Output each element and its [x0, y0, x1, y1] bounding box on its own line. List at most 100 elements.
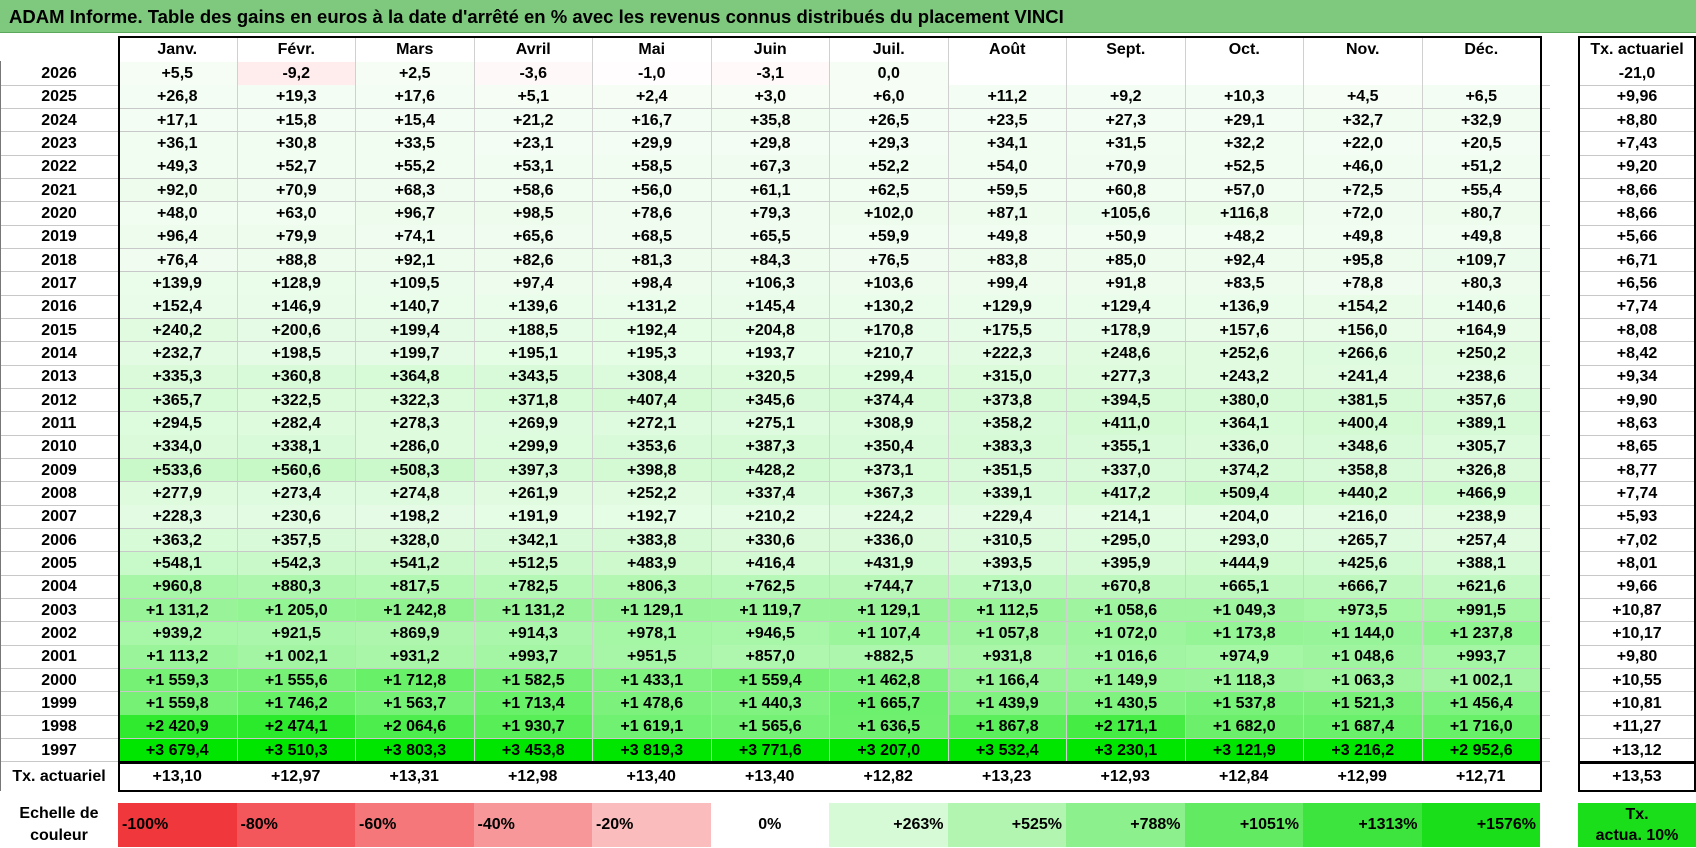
table-cell: +198,5	[236, 341, 355, 366]
table-cell: +914,3	[473, 621, 592, 646]
table-cell: +1 665,7	[829, 691, 948, 716]
table-cell: +195,1	[473, 341, 592, 366]
table-cell: +541,2	[355, 551, 474, 576]
year-label: 2001	[41, 648, 77, 666]
table-cell: +335,3	[118, 365, 237, 389]
table-cell: +228,3	[118, 505, 237, 529]
rate-cell: -21,0	[1618, 65, 1656, 82]
table-cell: +140,6	[1421, 295, 1540, 319]
table-cell: +744,7	[829, 575, 948, 599]
year-label: 2025	[41, 88, 77, 106]
table-cell: +1 439,9	[947, 691, 1066, 716]
table-cell: +939,2	[118, 621, 237, 646]
rate-row-label: Tx. actuariel	[12, 767, 106, 785]
table-cell: +931,2	[355, 645, 474, 669]
table-cell: +960,8	[118, 575, 237, 599]
table-cell: +338,1	[236, 435, 355, 459]
table-cell: +96,4	[118, 225, 237, 249]
table-cell: 0,0	[829, 62, 948, 86]
table-cell: +178,9	[1066, 318, 1185, 342]
table-cell: +978,1	[592, 621, 711, 646]
table-cell: +192,4	[592, 318, 711, 342]
year-label: 2020	[41, 204, 77, 222]
table-cell: +129,9	[947, 295, 1066, 319]
table-cell: +98,4	[592, 271, 711, 296]
table-cell: +857,0	[710, 645, 829, 669]
table-cell	[1303, 62, 1422, 86]
table-cell: +1 682,0	[1184, 715, 1303, 739]
table-cell: +57,0	[1184, 178, 1303, 202]
table-cell: +164,9	[1421, 318, 1540, 342]
table-cell: +65,6	[473, 225, 592, 249]
table-cell: +97,4	[473, 271, 592, 296]
table-cell: +512,5	[473, 551, 592, 576]
table-cell: +50,9	[1066, 225, 1185, 249]
table-cell: +199,4	[355, 318, 474, 342]
table-cell: +198,2	[355, 505, 474, 529]
table-cell: +365,7	[118, 388, 237, 412]
table-cell: +30,8	[236, 131, 355, 156]
table-cell: +416,4	[710, 551, 829, 576]
month-header: Mai	[592, 38, 711, 62]
table-cell: +371,8	[473, 388, 592, 412]
table-cell: +1 559,4	[710, 668, 829, 692]
table-cell: +204,0	[1184, 505, 1303, 529]
legend-step: +1313%	[1303, 802, 1422, 847]
table-cell: +1 430,5	[1066, 691, 1185, 716]
table-cell: +5,5	[118, 62, 237, 86]
table-cell: +1 867,8	[947, 715, 1066, 739]
table-cell: +84,3	[710, 248, 829, 272]
table-cell: +200,6	[236, 318, 355, 342]
table-cell: +383,8	[592, 528, 711, 552]
table-cell: +252,6	[1184, 341, 1303, 366]
table-cell: +337,4	[710, 481, 829, 506]
rate-row-cell: +12,99	[1337, 767, 1387, 785]
table-cell: +175,5	[947, 318, 1066, 342]
table-cell: +373,1	[829, 458, 948, 482]
table-cell: +19,3	[236, 85, 355, 109]
table-cell: +817,5	[355, 575, 474, 599]
table-cell: +3 771,6	[710, 738, 829, 762]
table-cell: +49,8	[947, 225, 1066, 249]
table-cell: +76,4	[118, 248, 237, 272]
table-cell: +350,4	[829, 435, 948, 459]
rate-cell: +10,17	[1612, 624, 1662, 642]
legend-step: +525%	[947, 802, 1066, 847]
table-cell: +49,3	[118, 155, 237, 179]
year-label: 2022	[41, 158, 77, 176]
table-cell: -9,2	[236, 62, 355, 86]
table-cell: +621,6	[1421, 575, 1540, 599]
table-cell: +222,3	[947, 341, 1066, 366]
rate-cell: +8,65	[1616, 438, 1658, 456]
table-cell: +1 716,0	[1421, 715, 1540, 739]
table-cell: +17,1	[118, 108, 237, 132]
table-cell: +243,2	[1184, 365, 1303, 389]
table-cell: +345,6	[710, 388, 829, 412]
table-cell: +85,0	[1066, 248, 1185, 272]
table-cell: +152,4	[118, 295, 237, 319]
table-cell: +29,3	[829, 131, 948, 156]
table-cell: +308,9	[829, 411, 948, 436]
table-cell: +10,3	[1184, 85, 1303, 109]
table-cell: +931,8	[947, 645, 1066, 669]
rate-cell: +9,20	[1616, 158, 1658, 176]
table-cell: +130,2	[829, 295, 948, 319]
table-cell: +1 144,0	[1303, 621, 1422, 646]
table-cell: +339,1	[947, 481, 1066, 506]
table-cell: +188,5	[473, 318, 592, 342]
table-cell: +95,8	[1303, 248, 1422, 272]
table-cell: +330,6	[710, 528, 829, 552]
year-label: 2021	[41, 181, 77, 199]
table-cell: +68,3	[355, 178, 474, 202]
rate-cell: +8,66	[1616, 181, 1658, 199]
rate-row-cell: +13,23	[982, 767, 1032, 785]
table-cell: +921,5	[236, 621, 355, 646]
table-cell: +374,4	[829, 388, 948, 412]
year-label: 2024	[41, 111, 77, 129]
table-cell: +269,9	[473, 411, 592, 436]
table-cell: +328,0	[355, 528, 474, 552]
table-cell: +3 230,1	[1066, 738, 1185, 762]
table-cell: +3,0	[710, 85, 829, 109]
table-cell	[1184, 62, 1303, 86]
table-cell: +1 112,5	[947, 598, 1066, 622]
